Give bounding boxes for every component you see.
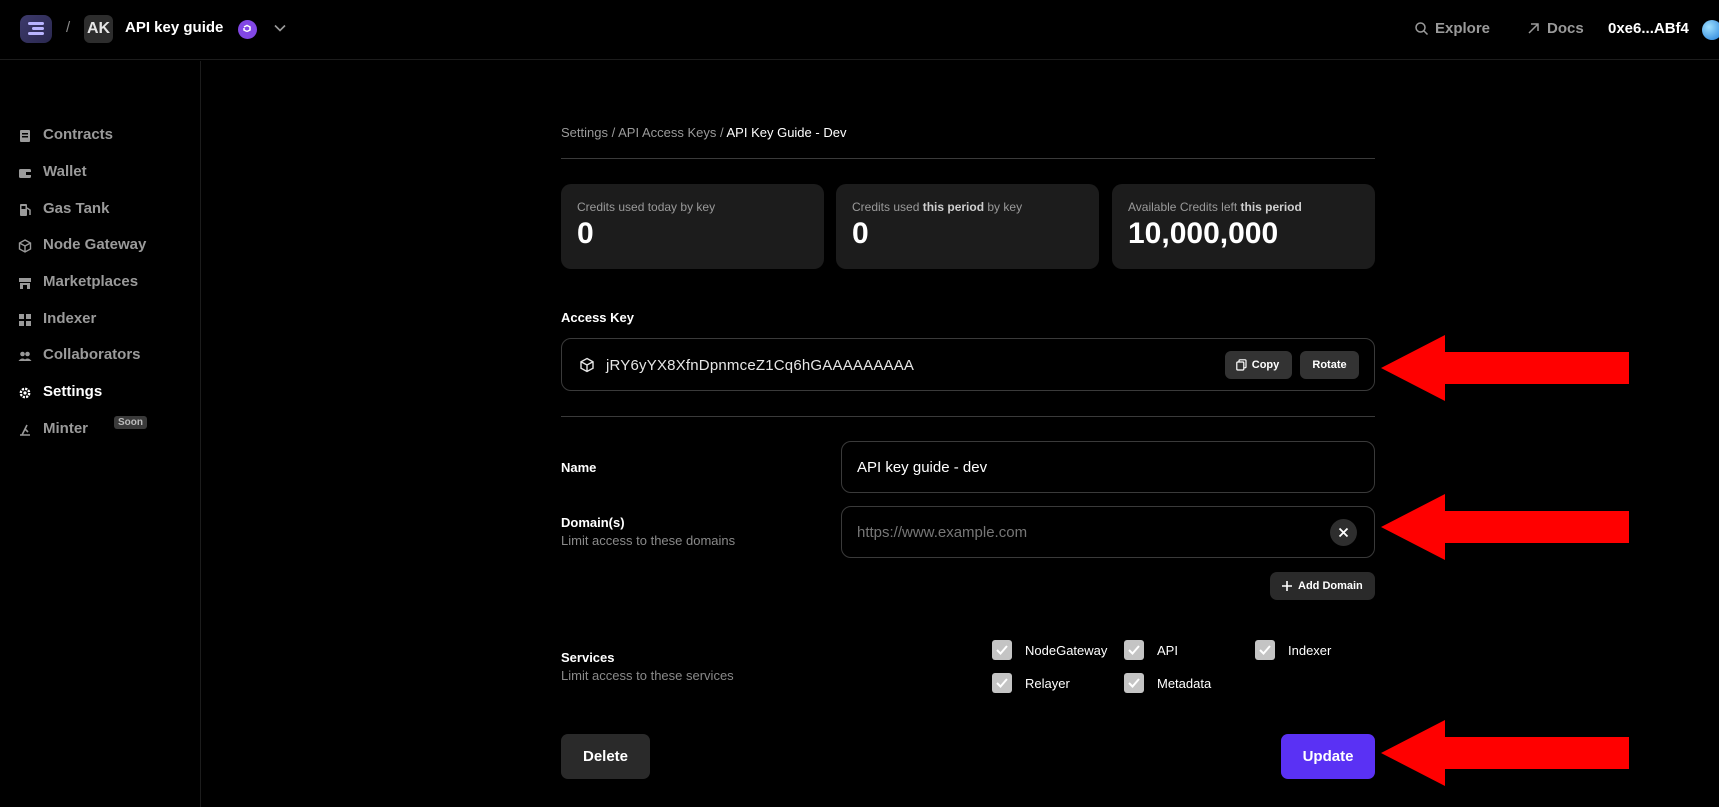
domain-input[interactable]: https://www.example.com bbox=[841, 506, 1375, 558]
sidebar-item-label: Node Gateway bbox=[43, 236, 147, 253]
breadcrumb-separator: / bbox=[716, 125, 727, 140]
stat-value: 0 bbox=[852, 217, 869, 250]
stat-label: Credits used this period by key bbox=[852, 200, 1023, 214]
checkbox[interactable] bbox=[992, 673, 1012, 693]
checkbox-label: Indexer bbox=[1288, 643, 1332, 658]
checkbox[interactable] bbox=[1255, 640, 1275, 660]
checkmark-icon bbox=[996, 678, 1008, 688]
checkmark-icon bbox=[996, 645, 1008, 655]
stat-label: Credits used today by key bbox=[577, 200, 716, 214]
checkbox[interactable] bbox=[1124, 673, 1144, 693]
breadcrumb-current: API Key Guide - Dev bbox=[726, 125, 847, 140]
sidebar-item-label: Gas Tank bbox=[43, 200, 110, 217]
checkbox-label: NodeGateway bbox=[1025, 643, 1108, 658]
contract-icon bbox=[20, 130, 30, 142]
close-icon bbox=[1338, 527, 1349, 538]
annotation-arrow-icon bbox=[1381, 335, 1629, 401]
access-key-value: jRY6yYX8XfnDpnmceZ1Cq6hGAAAAAAAAA bbox=[606, 357, 915, 374]
domain-input-placeholder: https://www.example.com bbox=[857, 524, 1028, 541]
project-avatar[interactable]: AK bbox=[84, 15, 113, 43]
breadcrumb-settings[interactable]: Settings bbox=[561, 125, 608, 140]
rotate-label: Rotate bbox=[1312, 359, 1347, 371]
docs-label: Docs bbox=[1547, 20, 1584, 37]
divider bbox=[561, 158, 1375, 159]
explore-label: Explore bbox=[1435, 20, 1491, 37]
search-icon bbox=[1415, 22, 1429, 36]
checkmark-icon bbox=[1128, 645, 1140, 655]
cube-icon bbox=[18, 239, 32, 253]
project-switcher-chevron-down-icon[interactable] bbox=[272, 20, 288, 41]
access-key-label: Access Key bbox=[561, 310, 634, 325]
stat-label: Available Credits left this period bbox=[1128, 200, 1302, 214]
domains-label: Domain(s) bbox=[561, 515, 625, 530]
checkbox-label: API bbox=[1157, 643, 1178, 658]
minter-icon bbox=[20, 424, 30, 436]
checkmark-icon bbox=[1128, 678, 1140, 688]
plus-icon bbox=[1282, 581, 1292, 591]
delete-button[interactable]: Delete bbox=[561, 734, 650, 779]
explore-link[interactable]: Explore bbox=[1415, 20, 1491, 37]
gear-icon bbox=[19, 387, 31, 399]
checkbox[interactable] bbox=[1124, 640, 1144, 660]
stat-card-credits-period: Credits used this period by key 0 bbox=[836, 184, 1099, 269]
checkbox-label: Relayer bbox=[1025, 676, 1070, 691]
sidebar-item-label: Contracts bbox=[43, 126, 114, 143]
storefront-icon bbox=[19, 278, 31, 289]
app-logo-icon[interactable] bbox=[20, 15, 52, 43]
rotate-button[interactable]: Rotate bbox=[1300, 351, 1359, 379]
breadcrumb: Settings / API Access Keys / API Key Gui… bbox=[561, 125, 846, 140]
annotation-arrow-icon bbox=[1381, 494, 1629, 560]
copy-icon bbox=[1236, 359, 1247, 371]
name-input-value: API key guide - dev bbox=[857, 459, 988, 476]
docs-link[interactable]: Docs bbox=[1528, 20, 1584, 37]
add-domain-label: Add Domain bbox=[1298, 580, 1363, 592]
sidebar-item-label: Marketplaces bbox=[43, 273, 139, 290]
stat-card-credits-today: Credits used today by key 0 bbox=[561, 184, 824, 269]
update-button[interactable]: Update bbox=[1281, 734, 1375, 779]
wallet-icon bbox=[19, 169, 31, 178]
wallet-avatar[interactable] bbox=[1702, 20, 1719, 40]
checkbox-label: Metadata bbox=[1157, 676, 1212, 691]
checkmark-icon bbox=[1259, 645, 1271, 655]
top-bar: / AK API key guide Explore Docs 0xe6...A… bbox=[0, 0, 1719, 60]
stat-value: 10,000,000 bbox=[1128, 217, 1279, 250]
name-input[interactable]: API key guide - dev bbox=[841, 441, 1375, 493]
domains-sublabel: Limit access to these domains bbox=[561, 533, 736, 548]
sidebar-item-label: Collaborators bbox=[43, 346, 141, 363]
sidebar: Contracts Wallet Gas Tank Node Gateway M… bbox=[0, 61, 201, 807]
sidebar-item-label: Indexer bbox=[43, 310, 97, 327]
sidebar-item-label: Settings bbox=[43, 383, 103, 400]
stat-value: 0 bbox=[577, 217, 594, 250]
wallet-address[interactable]: 0xe6...ABf4 bbox=[1608, 20, 1689, 37]
services-sublabel: Limit access to these services bbox=[561, 668, 734, 683]
gas-pump-icon bbox=[20, 204, 31, 216]
grid-icon bbox=[19, 314, 31, 326]
breadcrumb-api-access-keys[interactable]: API Access Keys bbox=[618, 125, 716, 140]
breadcrumb-separator: / bbox=[66, 19, 71, 36]
add-domain-button[interactable]: Add Domain bbox=[1270, 572, 1375, 600]
breadcrumb-separator: / bbox=[607, 125, 619, 140]
project-name[interactable]: API key guide bbox=[125, 19, 223, 36]
polygon-chain-icon bbox=[238, 20, 257, 39]
soon-badge: Soon bbox=[114, 416, 147, 429]
checkbox[interactable] bbox=[992, 640, 1012, 660]
access-key-box: jRY6yYX8XfnDpnmceZ1Cq6hGAAAAAAAAA Copy R… bbox=[561, 338, 1375, 391]
services-label: Services bbox=[561, 650, 615, 665]
divider bbox=[561, 416, 1375, 417]
sidebar-item-label: Minter bbox=[43, 420, 88, 437]
clear-domain-button[interactable] bbox=[1330, 519, 1357, 546]
cube-icon bbox=[580, 357, 594, 373]
sidebar-item-label: Wallet bbox=[43, 163, 87, 180]
copy-button[interactable]: Copy bbox=[1225, 351, 1292, 379]
name-label: Name bbox=[561, 460, 597, 475]
external-arrow-icon bbox=[1528, 23, 1539, 34]
people-icon bbox=[18, 351, 32, 361]
annotation-arrow-icon bbox=[1381, 720, 1629, 786]
stat-card-available-credits: Available Credits left this period 10,00… bbox=[1112, 184, 1375, 269]
